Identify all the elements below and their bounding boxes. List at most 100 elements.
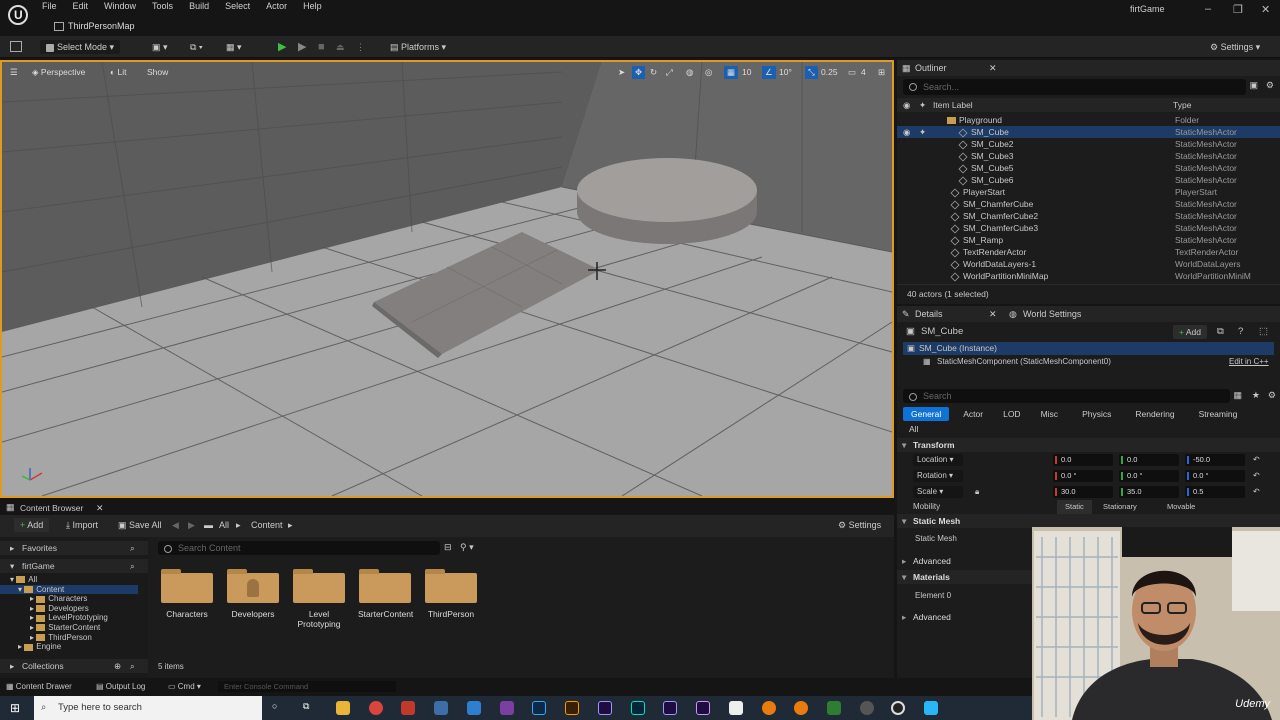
file-explorer-icon[interactable] bbox=[336, 701, 350, 715]
viewport-menu-icon[interactable]: ☰ bbox=[10, 66, 18, 79]
help-icon[interactable]: ? bbox=[1238, 322, 1243, 342]
blueprint-icon[interactable]: ⧉ ▾ bbox=[190, 40, 203, 54]
filter-icon[interactable]: ⚲ ▾ bbox=[460, 542, 474, 553]
filter-rendering[interactable]: Rendering bbox=[1127, 407, 1182, 421]
reset-location-icon[interactable]: ↶ bbox=[1253, 452, 1260, 468]
property-matrix-icon[interactable]: ▦ bbox=[1233, 390, 1242, 401]
filter-physics[interactable]: Physics bbox=[1074, 407, 1119, 421]
pin-icon[interactable]: ✦ bbox=[919, 126, 926, 138]
details-search-input[interactable]: Search bbox=[903, 389, 1230, 403]
outliner-row[interactable]: PlayerStart PlayerStart bbox=[897, 186, 1280, 198]
app3-icon[interactable] bbox=[860, 701, 874, 715]
settings-dropdown[interactable]: ⚙ Settings ▾ bbox=[1210, 40, 1260, 54]
tree-item-thirdperson[interactable]: ▸ ThirdPerson bbox=[0, 633, 138, 643]
filter-misc[interactable]: Misc bbox=[1033, 407, 1066, 421]
mobility-static[interactable]: Static bbox=[1057, 500, 1092, 514]
eject-icon[interactable]: ⏏ bbox=[336, 40, 345, 54]
outliner-row[interactable]: ◉ ✦ SM_Cube StaticMeshActor bbox=[897, 126, 1280, 138]
project-search-icon[interactable]: ⌕ bbox=[130, 559, 135, 573]
visibility-icon[interactable]: ◉ bbox=[903, 126, 910, 138]
mobility-movable[interactable]: Movable bbox=[1167, 500, 1195, 514]
add-collection-icon[interactable]: ⊕ bbox=[114, 659, 121, 673]
outliner-search-input[interactable]: Search... bbox=[903, 79, 1246, 95]
step-icon[interactable]: ▶ bbox=[298, 40, 306, 54]
tree-item-content[interactable]: ▾ Content bbox=[0, 584, 138, 595]
rotation-snap-value[interactable]: 10° bbox=[779, 66, 792, 79]
outliner-row[interactable]: SM_Cube2 StaticMeshActor bbox=[897, 138, 1280, 150]
content-browser-tab[interactable]: Content Browser bbox=[20, 503, 83, 513]
filter-general[interactable]: General bbox=[903, 407, 950, 421]
maximize-icon[interactable]: ❐ bbox=[1233, 3, 1243, 16]
stop-icon[interactable]: ■ bbox=[318, 40, 325, 54]
notepad-icon[interactable] bbox=[729, 701, 743, 715]
rotate-tool-icon[interactable]: ↻ bbox=[650, 66, 657, 79]
surface-snap-icon[interactable]: ◎ bbox=[705, 66, 712, 79]
outliner-close-icon[interactable]: ✕ bbox=[989, 60, 997, 76]
select-tool-icon[interactable]: ➤ bbox=[618, 66, 625, 79]
save-all-button[interactable]: ▣ Save All bbox=[118, 518, 162, 532]
outliner-row[interactable]: SM_Cube5 StaticMeshActor bbox=[897, 162, 1280, 174]
outliner-row[interactable]: WorldPartitionMiniMap WorldPartitionMiniM bbox=[897, 270, 1280, 282]
photoshop-icon[interactable] bbox=[532, 701, 546, 715]
tree-item-levelprototyping[interactable]: ▸ LevelPrototyping bbox=[0, 613, 138, 623]
back-icon[interactable]: ◀ bbox=[172, 518, 179, 532]
vscode-icon[interactable] bbox=[467, 701, 481, 715]
outliner-row[interactable]: SM_ChamferCube3 StaticMeshActor bbox=[897, 222, 1280, 234]
collections-header[interactable]: ▸ Collections ⊕ ⌕ bbox=[0, 659, 148, 673]
favorite-star-icon[interactable]: ★ bbox=[1252, 390, 1260, 401]
reset-rotation-icon[interactable]: ↶ bbox=[1253, 468, 1260, 484]
tab-details[interactable]: Details bbox=[915, 309, 943, 319]
content-drawer-button[interactable]: ▦ Content Drawer bbox=[6, 682, 72, 691]
filter-lod[interactable]: LOD bbox=[995, 407, 1028, 421]
filter-actor[interactable]: Actor bbox=[955, 407, 991, 421]
scale-z-field[interactable]: 0.5 bbox=[1185, 486, 1245, 498]
col-item-label[interactable]: Item Label bbox=[933, 98, 973, 112]
scale-x-field[interactable]: 30.0 bbox=[1053, 486, 1113, 498]
outliner-row[interactable]: TextRenderActor TextRenderActor bbox=[897, 246, 1280, 258]
output-log-button[interactable]: ▤ Output Log bbox=[96, 682, 145, 691]
outliner-row[interactable]: SM_Ramp StaticMeshActor bbox=[897, 234, 1280, 246]
blender-icon[interactable] bbox=[762, 701, 776, 715]
menu-window[interactable]: Window bbox=[96, 0, 144, 14]
taskbar-search-input[interactable]: ⌕ Type here to search bbox=[34, 696, 262, 720]
tab-world-settings[interactable]: ◍ World Settings bbox=[1009, 306, 1081, 322]
premiere-icon[interactable] bbox=[598, 701, 612, 715]
mobility-stationary[interactable]: Stationary bbox=[1103, 500, 1137, 514]
show-button[interactable]: Show bbox=[147, 66, 168, 79]
windows-start-icon[interactable]: ⊞ bbox=[10, 701, 20, 715]
details-close-icon[interactable]: ✕ bbox=[989, 306, 997, 322]
add-component-button[interactable]: + Add bbox=[1173, 325, 1207, 339]
tree-item-characters[interactable]: ▸ Characters bbox=[0, 594, 138, 604]
translate-tool-icon[interactable]: ✥ bbox=[632, 66, 646, 79]
menu-edit[interactable]: Edit bbox=[65, 0, 97, 14]
blueprint-convert-icon[interactable]: ⧉ bbox=[1217, 322, 1224, 342]
cortana-icon[interactable]: ○ bbox=[272, 701, 277, 711]
grid-snap-icon[interactable]: ▦ bbox=[724, 66, 739, 79]
tree-item-startercontent[interactable]: ▸ StarterContent bbox=[0, 623, 138, 633]
static-mesh-section[interactable]: Static Mesh bbox=[897, 514, 1280, 528]
tree-item-all[interactable]: ▾ All bbox=[0, 575, 138, 585]
app2-icon[interactable] bbox=[827, 701, 841, 715]
menu-file[interactable]: File bbox=[34, 0, 65, 14]
pin-icon[interactable]: ✦ bbox=[919, 98, 926, 112]
add-actor-icon[interactable]: ▣ ▾ bbox=[152, 40, 168, 54]
unreal-taskbar-icon[interactable] bbox=[891, 701, 905, 715]
console-input[interactable]: Enter Console Command bbox=[218, 681, 396, 692]
location-y-field[interactable]: 0.0 bbox=[1119, 454, 1179, 466]
camera-speed-icon[interactable]: ▭ bbox=[848, 66, 856, 79]
visual-studio-icon[interactable] bbox=[500, 701, 514, 715]
play-button[interactable]: ▶ bbox=[278, 40, 286, 54]
chrome-icon[interactable] bbox=[369, 701, 383, 715]
content-browser-close-icon[interactable]: ✕ bbox=[96, 503, 104, 514]
component-row[interactable]: ▦ StaticMeshComponent (StaticMeshCompone… bbox=[897, 355, 1280, 369]
cmd-dropdown[interactable]: ▭ Cmd ▾ bbox=[168, 682, 201, 691]
cb-add-button[interactable]: + Add bbox=[14, 518, 50, 532]
outliner-row[interactable]: SM_Cube3 StaticMeshActor bbox=[897, 150, 1280, 162]
folder-tile-thirdperson[interactable]: ThirdPerson bbox=[424, 569, 478, 619]
menu-tools[interactable]: Tools bbox=[144, 0, 181, 14]
world-local-icon[interactable]: ◍ bbox=[686, 66, 693, 79]
app-icon[interactable] bbox=[434, 701, 448, 715]
outliner-row[interactable]: Playground Folder bbox=[897, 114, 1280, 126]
history-icon[interactable]: ⊟ bbox=[444, 542, 452, 553]
map-tab[interactable]: ThirdPersonMap bbox=[46, 18, 143, 34]
